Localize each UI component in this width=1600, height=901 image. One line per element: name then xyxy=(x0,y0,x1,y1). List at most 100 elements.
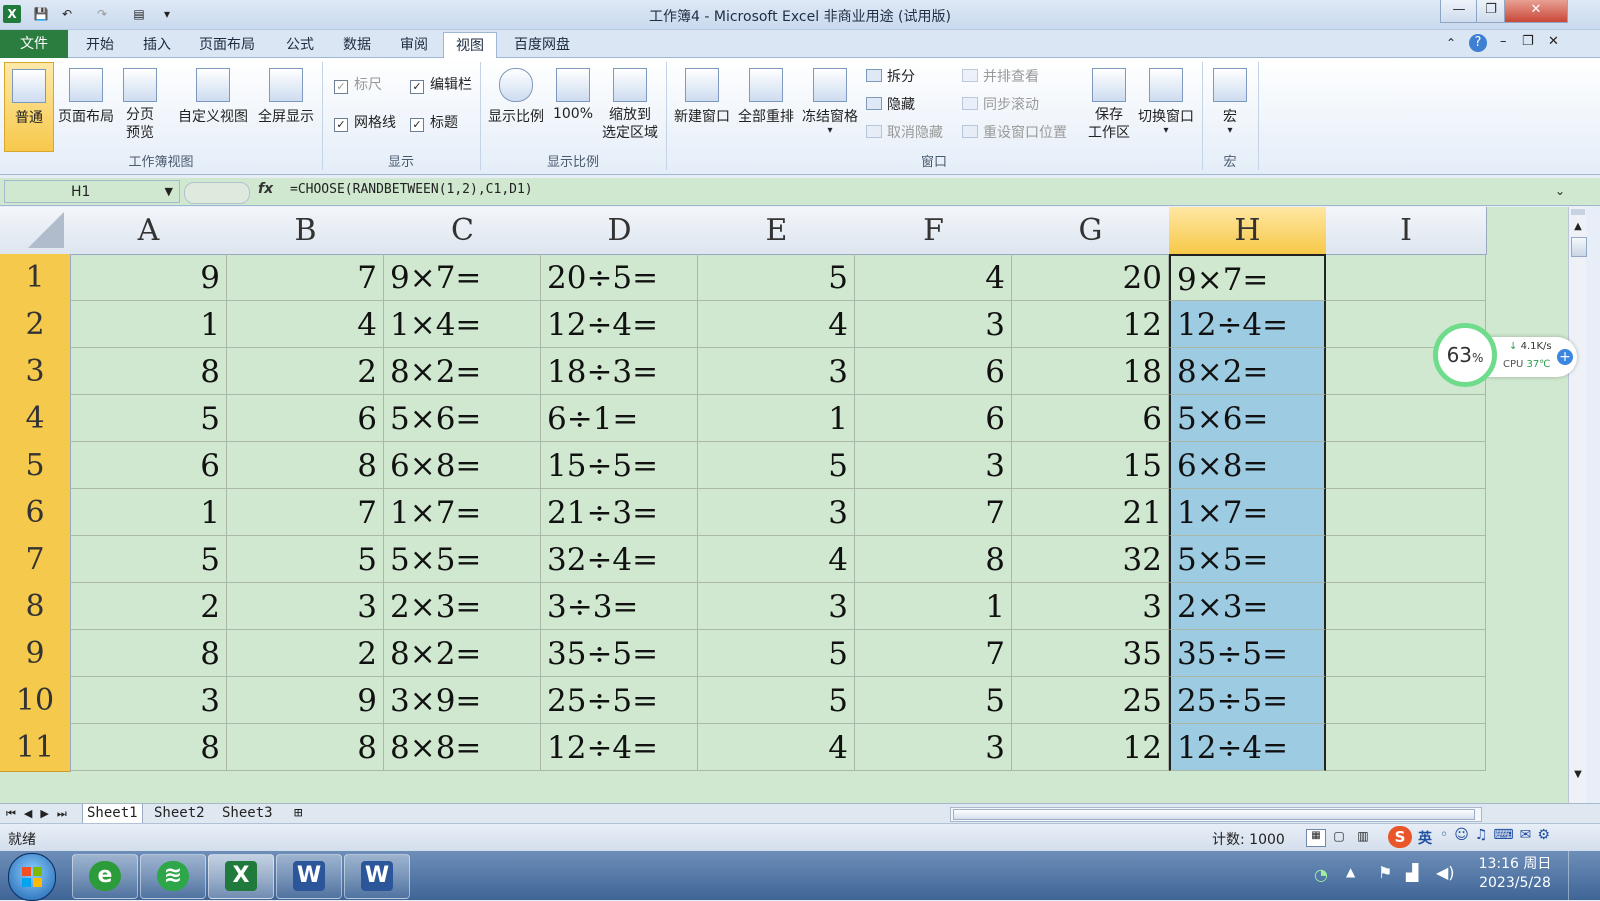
cell-g7[interactable]: 32 xyxy=(1012,536,1169,583)
page-layout-status-icon[interactable]: ▢ xyxy=(1330,829,1348,845)
cell-c11[interactable]: 8×8= xyxy=(384,724,541,771)
cell-g8[interactable]: 3 xyxy=(1012,583,1169,630)
cell-c9[interactable]: 8×2= xyxy=(384,630,541,677)
vertical-scrollbar[interactable]: ▲ ▼ xyxy=(1568,207,1587,803)
cell-f7[interactable]: 8 xyxy=(855,536,1012,583)
scroll-up-icon[interactable]: ▲ xyxy=(1571,221,1585,235)
cell-d7[interactable]: 32÷4= xyxy=(541,536,698,583)
cell-i5[interactable] xyxy=(1326,442,1486,489)
hscroll-thumb[interactable] xyxy=(953,809,1475,820)
cell-f4[interactable]: 6 xyxy=(855,395,1012,442)
switch-windows-button[interactable]: 切换窗口 ▾ xyxy=(1134,68,1198,136)
expand-formula-bar-icon[interactable]: ⌄ xyxy=(1552,180,1568,202)
cell-a6[interactable]: 1 xyxy=(70,489,227,536)
tab-data[interactable]: 数据 xyxy=(331,32,383,58)
column-header-i[interactable]: I xyxy=(1326,207,1487,255)
row-header[interactable]: 9 xyxy=(0,630,71,678)
column-header-h[interactable]: H xyxy=(1169,207,1327,255)
column-header-d[interactable]: D xyxy=(541,207,699,255)
cell-d3[interactable]: 18÷3= xyxy=(541,348,698,395)
action-center-icon[interactable]: ⚑ xyxy=(1378,863,1392,882)
sheet-tab-2[interactable]: Sheet2 xyxy=(150,804,209,823)
tab-baidu-netdisk[interactable]: 百度网盘 xyxy=(502,32,582,58)
normal-view-status-icon[interactable]: ▦ xyxy=(1306,829,1326,847)
cell-c1[interactable]: 9×7= xyxy=(384,254,541,301)
cell-b6[interactable]: 7 xyxy=(227,489,384,536)
split-button[interactable]: 拆分 xyxy=(866,66,915,88)
insert-sheet-icon[interactable]: ⊞ xyxy=(290,804,306,823)
show-desktop-button[interactable] xyxy=(1568,851,1600,900)
workbook-restore-icon[interactable]: ❐ xyxy=(1522,34,1534,49)
cell-i11[interactable] xyxy=(1326,724,1486,771)
cell-e6[interactable]: 3 xyxy=(698,489,855,536)
cell-d8[interactable]: 3÷3= xyxy=(541,583,698,630)
cell-f3[interactable]: 6 xyxy=(855,348,1012,395)
cell-e3[interactable]: 3 xyxy=(698,348,855,395)
cell-a2[interactable]: 1 xyxy=(70,301,227,348)
cell-d6[interactable]: 21÷3= xyxy=(541,489,698,536)
cell-i6[interactable] xyxy=(1326,489,1486,536)
network-tray-icon[interactable]: ◔ xyxy=(1314,865,1328,884)
chevron-down-icon[interactable]: ▼ xyxy=(165,181,173,203)
hide-button[interactable]: 隐藏 xyxy=(866,94,915,116)
arrange-all-button[interactable]: 全部重排 xyxy=(734,68,798,126)
row-header[interactable]: 1 xyxy=(0,254,71,302)
cell-i8[interactable] xyxy=(1326,583,1486,630)
cell-d9[interactable]: 35÷5= xyxy=(541,630,698,677)
cell-f2[interactable]: 3 xyxy=(855,301,1012,348)
cell-b3[interactable]: 2 xyxy=(227,348,384,395)
tab-insert[interactable]: 插入 xyxy=(131,32,183,58)
name-box[interactable]: H1 ▼ xyxy=(4,180,180,203)
column-header-c[interactable]: C xyxy=(384,207,542,255)
row-header[interactable]: 5 xyxy=(0,442,71,490)
zoom-to-selection-button[interactable]: 缩放到 选定区域 xyxy=(598,68,662,142)
sheet-tab-1[interactable]: Sheet1 xyxy=(82,804,143,824)
cell-a3[interactable]: 8 xyxy=(70,348,227,395)
cell-e10[interactable]: 5 xyxy=(698,677,855,724)
cell-f11[interactable]: 3 xyxy=(855,724,1012,771)
cell-a8[interactable]: 2 xyxy=(70,583,227,630)
cell-i1[interactable] xyxy=(1326,254,1486,301)
column-header-b[interactable]: B xyxy=(227,207,385,255)
tab-home[interactable]: 开始 xyxy=(74,32,126,58)
cell-b2[interactable]: 4 xyxy=(227,301,384,348)
cell-c2[interactable]: 1×4= xyxy=(384,301,541,348)
cell-a1[interactable]: 9 xyxy=(70,254,227,301)
cell-g5[interactable]: 15 xyxy=(1012,442,1169,489)
sheet-tab-3[interactable]: Sheet3 xyxy=(218,804,277,823)
cell-b7[interactable]: 5 xyxy=(227,536,384,583)
minimize-button[interactable]: — xyxy=(1440,0,1478,23)
column-header-a[interactable]: A xyxy=(70,207,228,255)
custom-views-button[interactable]: 自定义视图 xyxy=(174,68,252,126)
side-by-side-button[interactable]: 并排查看 xyxy=(962,66,1039,88)
taskbar-ie[interactable]: e xyxy=(72,854,138,899)
cell-f10[interactable]: 5 xyxy=(855,677,1012,724)
cell-h5[interactable]: 6×8= xyxy=(1169,442,1326,489)
tab-formulas[interactable]: 公式 xyxy=(274,32,326,58)
row-header[interactable]: 10 xyxy=(0,677,71,725)
cell-g3[interactable]: 18 xyxy=(1012,348,1169,395)
cell-h9[interactable]: 35÷5= xyxy=(1169,630,1326,677)
sogou-ime-icon[interactable]: S xyxy=(1388,826,1412,848)
sync-scroll-button[interactable]: 同步滚动 xyxy=(962,94,1039,116)
save-workspace-button[interactable]: 保存 工作区 xyxy=(1084,68,1134,142)
cell-e1[interactable]: 5 xyxy=(698,254,855,301)
cell-d1[interactable]: 20÷5= xyxy=(541,254,698,301)
ribbon-collapse-icon[interactable]: ⌃ xyxy=(1446,36,1456,50)
cell-d2[interactable]: 12÷4= xyxy=(541,301,698,348)
cell-h1[interactable]: 9×7= xyxy=(1169,254,1326,301)
cell-h2[interactable]: 12÷4= xyxy=(1169,301,1326,348)
workbook-close-icon[interactable]: ✕ xyxy=(1548,34,1559,49)
cell-f9[interactable]: 7 xyxy=(855,630,1012,677)
tab-view[interactable]: 视图 xyxy=(443,32,497,60)
tab-page-layout[interactable]: 页面布局 xyxy=(187,32,267,58)
formula-bar-checkbox[interactable]: ✓ 编辑栏 xyxy=(410,74,472,96)
row-header[interactable]: 7 xyxy=(0,536,71,584)
full-screen-button[interactable]: 全屏显示 xyxy=(254,68,318,126)
cell-d5[interactable]: 15÷5= xyxy=(541,442,698,489)
ime-language[interactable]: 英 xyxy=(1418,828,1432,848)
page-break-preview-button[interactable]: 分页 预览 xyxy=(118,68,162,142)
cell-a10[interactable]: 3 xyxy=(70,677,227,724)
cell-g10[interactable]: 25 xyxy=(1012,677,1169,724)
insert-function-button[interactable]: fx xyxy=(258,181,273,197)
